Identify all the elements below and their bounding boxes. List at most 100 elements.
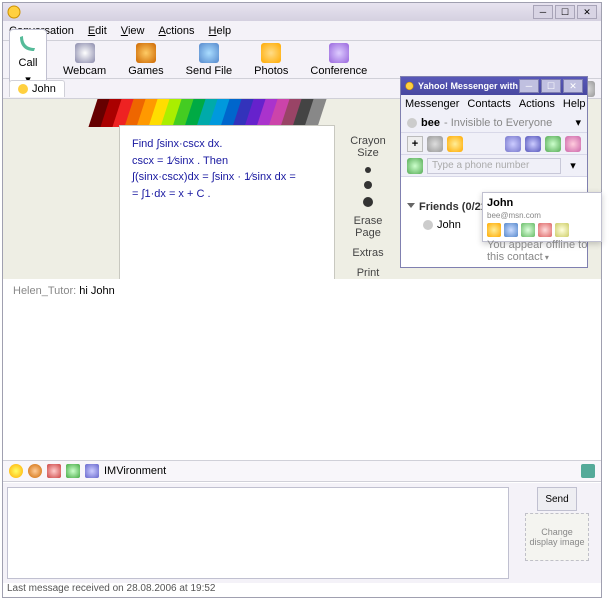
format-icon[interactable] <box>47 464 61 478</box>
crayon-size-label[interactable]: Crayon Size <box>343 135 393 159</box>
print-button[interactable]: Print <box>357 267 380 279</box>
addressbook-icon[interactable] <box>545 136 561 152</box>
phone-row: Type a phone number ▾ <box>401 155 587 177</box>
photos-icon <box>261 43 281 63</box>
popup-email: bee@msn.com <box>487 211 541 220</box>
menubar: Conversation Edit View Actions Help <box>3 21 601 41</box>
phone-icon[interactable] <box>407 158 423 174</box>
contact-tab[interactable]: John <box>9 80 65 97</box>
menu-contacts[interactable]: Contacts <box>467 98 510 110</box>
wb-line-4: = ∫1·dx = x + C . <box>132 186 322 203</box>
titlebar: ─ ☐ ✕ <box>3 3 601 21</box>
webcam-label: Webcam <box>63 65 106 77</box>
bell-icon[interactable] <box>447 136 463 152</box>
imv-bar: IMVironment <box>3 460 601 482</box>
size-dot-medium[interactable] <box>364 181 372 189</box>
presence-icon <box>407 118 417 128</box>
conference-icon <box>329 43 349 63</box>
presence-icon <box>423 220 433 230</box>
app-icon <box>7 5 21 19</box>
extras-button[interactable]: Extras <box>352 247 383 259</box>
wb-line-2: cscx = 1⁄sinx . Then <box>132 153 322 170</box>
statusbar: Last message received on 28.08.2006 at 1… <box>3 583 601 597</box>
photos-label: Photos <box>254 65 288 77</box>
contact-card-icon[interactable] <box>581 464 595 478</box>
maximize-button[interactable]: ☐ <box>555 5 575 19</box>
webcam-icon <box>75 43 95 63</box>
photos-button[interactable]: Photos <box>248 41 294 79</box>
menu-edit[interactable]: Edit <box>88 25 107 37</box>
imv-icon[interactable] <box>85 464 99 478</box>
conference-button[interactable]: Conference <box>304 41 373 79</box>
sendfile-icon <box>199 43 219 63</box>
menu-help[interactable]: Help <box>563 98 586 110</box>
msg-text: hi John <box>79 285 114 297</box>
menu-help[interactable]: Help <box>209 25 232 37</box>
games-button[interactable]: Games <box>122 41 169 79</box>
tab-label: John <box>32 83 56 95</box>
inbox-icon[interactable] <box>525 136 541 152</box>
min-button[interactable]: ─ <box>519 79 539 93</box>
presence-icon <box>18 84 28 94</box>
call-label: Call <box>19 57 38 69</box>
message-input[interactable] <box>7 487 509 579</box>
status-row[interactable]: bee - Invisible to Everyone ▾ <box>401 113 587 133</box>
smiley-icon[interactable] <box>9 464 23 478</box>
messenger-titlebar: Yahoo! Messenger with Voice (BETA) ─ ☐ ✕ <box>401 77 587 95</box>
minimize-button[interactable]: ─ <box>533 5 553 19</box>
call-icon[interactable] <box>504 223 518 237</box>
conference-label: Conference <box>310 65 367 77</box>
action-icons: + <box>401 133 587 155</box>
dial-dropdown[interactable]: ▾ <box>565 158 581 174</box>
erase-button[interactable]: Erase Page <box>343 215 393 239</box>
messenger-title: Yahoo! Messenger with Voice (BETA) <box>418 81 519 91</box>
menu-messenger[interactable]: Messenger <box>405 98 459 110</box>
username: bee <box>421 117 440 129</box>
close-button[interactable]: ✕ <box>563 79 583 93</box>
contact-name: John <box>437 219 461 231</box>
sendfile-label: Send File <box>186 65 232 77</box>
sms-icon[interactable] <box>521 223 535 237</box>
calendar-icon[interactable] <box>565 136 581 152</box>
webcam-button[interactable]: Webcam <box>57 41 112 79</box>
popup-status: You appear offline to this contact ▾ <box>487 239 597 263</box>
add-button[interactable]: + <box>407 136 423 152</box>
mail-icon[interactable] <box>538 223 552 237</box>
size-dot-small[interactable] <box>365 167 371 173</box>
phone-input[interactable]: Type a phone number <box>427 158 561 174</box>
close-button[interactable]: ✕ <box>577 5 597 19</box>
group-label: Friends (0/21) <box>419 201 491 213</box>
max-button[interactable]: ☐ <box>541 79 561 93</box>
crayon-palette[interactable] <box>93 99 343 127</box>
im-icon[interactable] <box>487 223 501 237</box>
app-icon <box>405 79 414 93</box>
compose-area: Send Change display image <box>3 483 601 583</box>
toolbar: Call ▾ Webcam Games Send File Photos Con… <box>3 41 601 79</box>
dropdown-icon[interactable]: ▾ <box>575 116 581 129</box>
size-dot-large[interactable] <box>363 197 373 207</box>
whiteboard-canvas[interactable]: Find ∫sinx·cscx dx. cscx = 1⁄sinx . Then… <box>119 125 335 287</box>
sms-icon[interactable] <box>427 136 443 152</box>
buzz-icon[interactable] <box>66 464 80 478</box>
msg-author: Helen_Tutor: <box>13 285 76 297</box>
user-status: - Invisible to Everyone <box>444 117 552 129</box>
popup-name: John <box>487 197 541 209</box>
emoticon-icon[interactable] <box>28 464 42 478</box>
more-icon[interactable] <box>555 223 569 237</box>
sendfile-button[interactable]: Send File <box>180 41 238 79</box>
message-history: Helen_Tutor: hi John <box>3 279 601 449</box>
mail-icon[interactable] <box>505 136 521 152</box>
menu-view[interactable]: View <box>121 25 145 37</box>
whiteboard-tools: Crayon Size Erase Page Extras Print <box>343 135 393 279</box>
expand-icon <box>407 203 415 212</box>
games-icon <box>136 43 156 63</box>
menu-actions[interactable]: Actions <box>519 98 555 110</box>
contact-popup: John bee@msn.com You appear offline to t… <box>482 192 602 242</box>
imv-label[interactable]: IMVironment <box>104 465 166 477</box>
phone-icon <box>18 33 38 53</box>
messenger-menubar: Messenger Contacts Actions Help <box>401 95 587 113</box>
wb-line-1: Find ∫sinx·cscx dx. <box>132 136 322 153</box>
send-button[interactable]: Send <box>537 487 577 511</box>
menu-actions[interactable]: Actions <box>158 25 194 37</box>
display-image-box[interactable]: Change display image <box>525 513 589 561</box>
